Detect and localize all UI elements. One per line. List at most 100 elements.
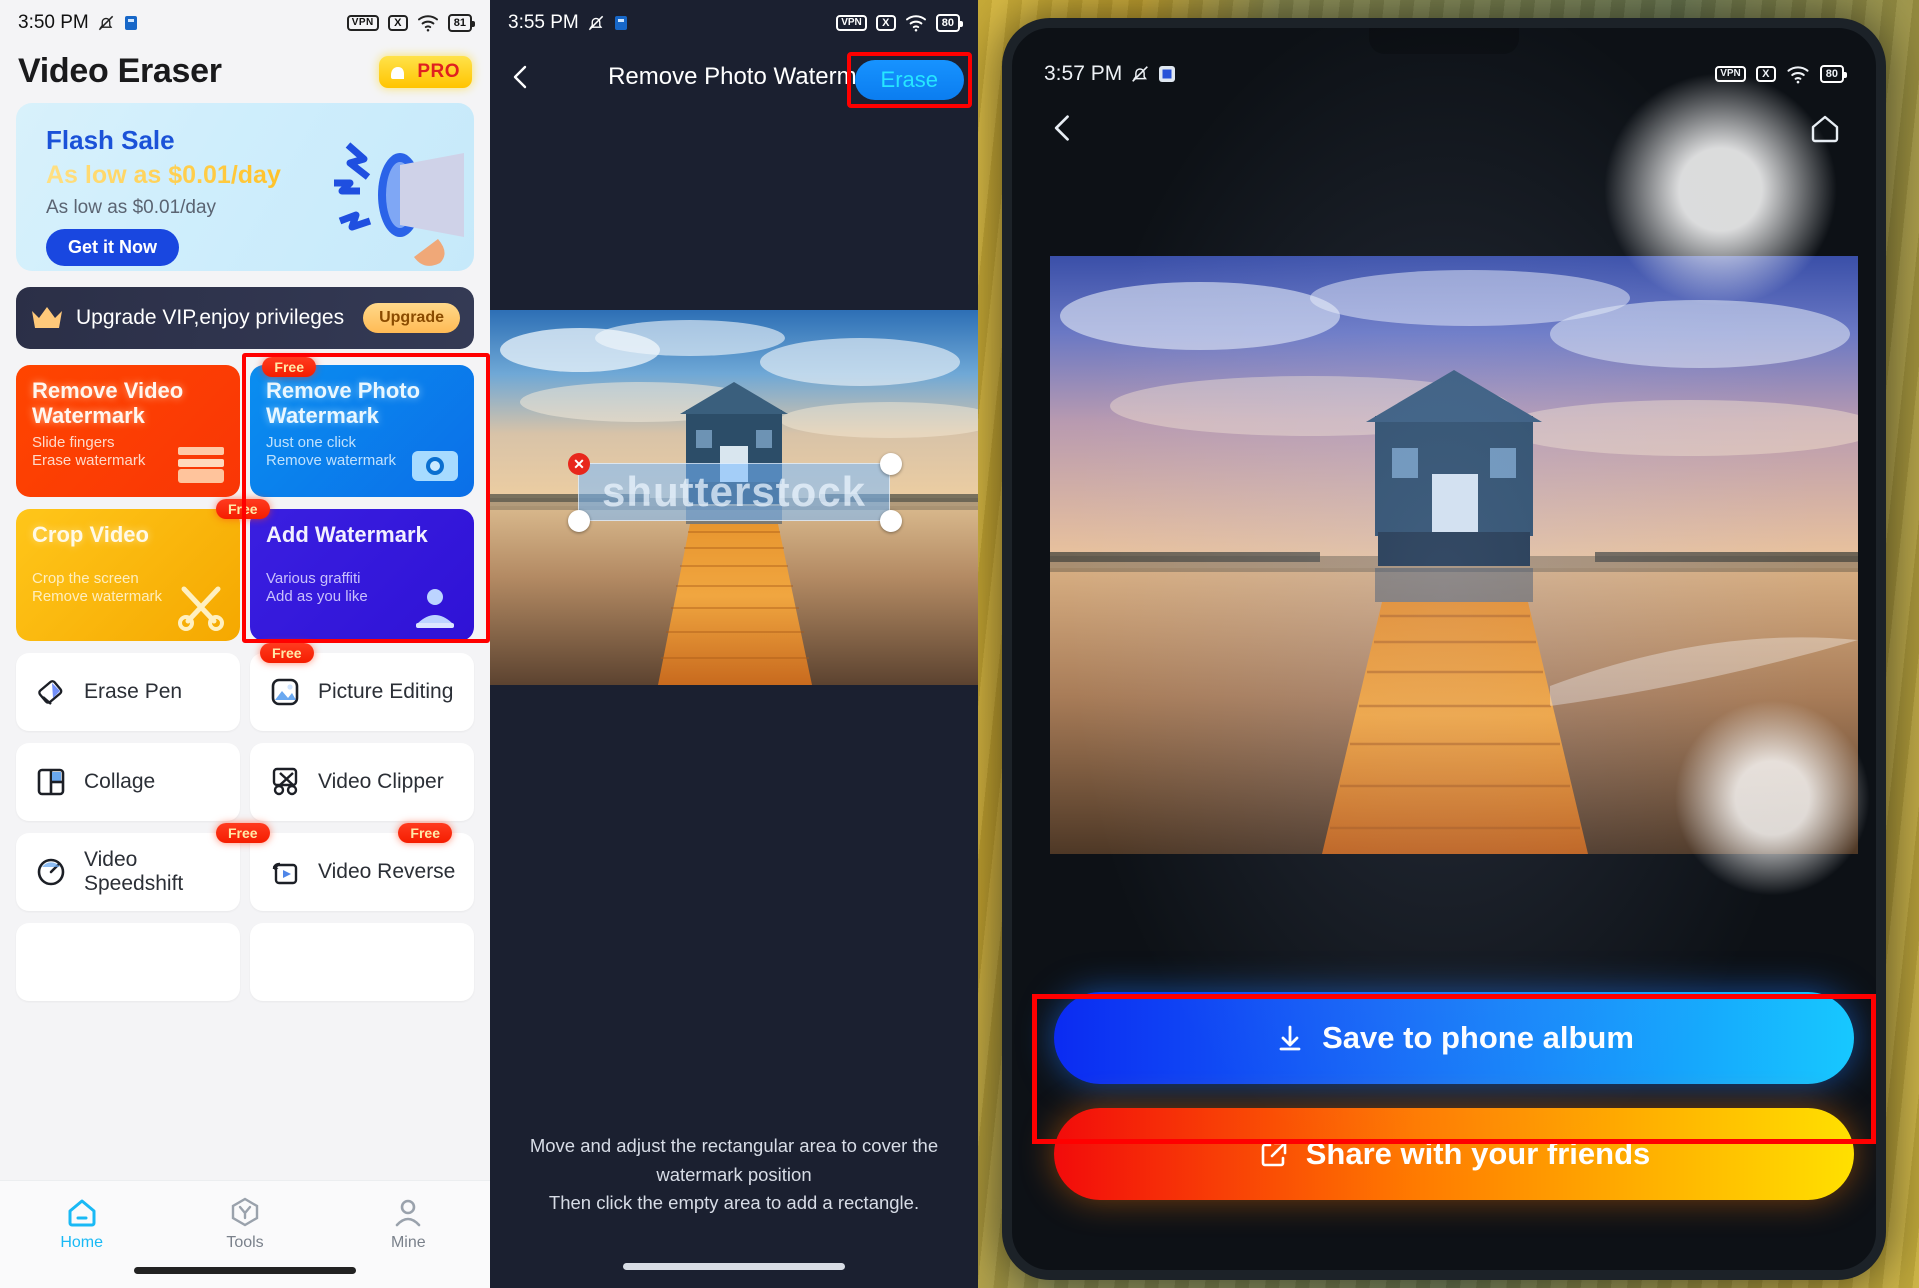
erase-button[interactable]: Erase [854,60,964,100]
banner-title: Flash Sale [46,125,175,155]
film-strip-icon [178,447,224,483]
status-left: 3:57 PM [1044,62,1176,86]
chevron-left-icon[interactable] [506,62,536,92]
list-item-video-reverse[interactable]: Video Reverse [250,833,474,911]
bell-muted-icon [1132,66,1149,82]
resize-handle-top-right[interactable] [880,453,902,475]
list-item-collage[interactable]: Collage [16,743,240,821]
status-left: 3:55 PM [508,12,629,34]
upgrade-button[interactable]: Upgrade [363,303,460,333]
bell-muted-icon [98,15,113,31]
share-icon [1261,1141,1287,1167]
result-actions: Save to phone album Share with your frie… [1054,992,1854,1224]
free-badge-picture-editing: Free [260,643,314,663]
battery-icon: 80 [935,14,964,32]
banner-highlight: As low as $0.01/day [46,161,281,189]
flash-sale-banner[interactable]: Flash Sale As low as $0.01/day As low as… [16,103,474,271]
megaphone-icon [334,142,464,266]
resize-handle-bottom-right[interactable] [880,510,902,532]
share-button-label: Share with your friends [1305,1136,1651,1171]
nav-item-tools[interactable]: Tools [163,1181,326,1259]
collage-icon [37,768,65,796]
vpn-icon: VPN [1715,66,1746,82]
nav-item-label: Tools [226,1234,264,1251]
home-outline-icon[interactable] [1808,111,1842,145]
tool-row-3: Video Speedshift Video Reverse Free Free [16,823,474,911]
card-title: Crop Video [32,522,149,547]
feature-cards: Remove Video Watermark Slide fingers Era… [0,349,490,1001]
highlight-box-erase-button: Erase [846,52,972,108]
status-bar: 3:57 PM VPN X 80 [1012,56,1876,92]
share-with-friends-button[interactable]: Share with your friends [1054,1108,1854,1200]
result-photo [1050,256,1858,854]
free-badge-video-reverse: Free [398,823,452,843]
list-item-partial-right[interactable] [250,923,474,1001]
nav-item-label: Home [60,1234,103,1251]
nav-item-mine[interactable]: Mine [327,1181,490,1259]
app-bar [1012,100,1876,156]
battery-icon: 81 [447,14,476,32]
free-badge-video-speedshift: Free [216,823,270,843]
card-crop-video[interactable]: Crop Video Crop the screen Remove waterm… [16,509,240,641]
photo-canvas[interactable]: shutterstock ✕ [490,310,978,685]
eraser-icon [38,680,63,705]
nav-item-label: Mine [390,1234,426,1251]
x-icon: X [1755,66,1776,82]
screenshot-stage: 3:50 PM VPN X 81 Video Eraser PRO Flash … [0,0,1919,1288]
instruction-text: Move and adjust the rectangular area to … [490,1132,978,1218]
phone-notch [1369,28,1519,54]
home-indicator [134,1267,356,1274]
vpn-icon: VPN [836,15,867,31]
card-title: Remove Photo Watermark [266,378,421,428]
list-item-label: Collage [84,770,156,793]
page-title: Video Eraser [18,52,222,90]
list-item-erase-pen[interactable]: Erase Pen [16,653,240,731]
free-badge-crop-video: Free [216,499,270,519]
x-icon: X [875,15,896,31]
feature-card-row-2: Crop Video Crop the screen Remove waterm… [16,499,474,641]
card-add-watermark[interactable]: Add Watermark Various graffiti Add as yo… [250,509,474,641]
list-item-video-clipper[interactable]: Video Clipper [250,743,474,821]
reverse-play-icon [272,862,298,885]
pro-badge[interactable]: PRO [379,55,472,88]
scissors-icon [178,586,224,631]
vip-upgrade-bar[interactable]: Upgrade VIP,enjoy privileges Upgrade [16,287,474,349]
status-right: VPN X 80 [836,14,964,32]
bell-muted-icon [588,15,603,31]
download-icon [1279,1025,1301,1051]
close-icon[interactable]: ✕ [568,453,590,475]
card-remove-photo-watermark[interactable]: Remove Photo Watermark Just one click Re… [250,365,474,497]
card-title: Remove Video Watermark [32,378,184,428]
watermark-text: shutterstock [601,468,867,515]
status-time: 3:50 PM [18,12,89,33]
instruction-line-1: Move and adjust the rectangular area to … [529,1134,939,1185]
video-scissors-icon [272,767,298,796]
pro-badge-label: PRO [417,60,460,82]
save-to-phone-album-button[interactable]: Save to phone album [1054,992,1854,1084]
get-it-now-button[interactable]: Get it Now [46,229,179,266]
resize-handle-bottom-left[interactable] [568,510,590,532]
watermark-selection-rect[interactable]: shutterstock [578,463,890,521]
card-title: Add Watermark [266,522,428,547]
wifi-icon [1787,65,1809,83]
list-item-partial-left[interactable] [16,923,240,1001]
boathouse-photo-result [1050,256,1858,854]
list-item-label: Video Clipper [318,770,444,793]
app-icon [124,16,137,30]
tools-hex-icon [231,1197,259,1227]
wifi-icon [417,15,438,32]
photo-icon [271,678,299,706]
list-item-picture-editing[interactable]: Picture Editing [250,653,474,731]
card-remove-video-watermark[interactable]: Remove Video Watermark Slide fingers Era… [16,365,240,497]
crown-thumb-icon [391,66,405,79]
stamp-icon [416,589,454,628]
person-icon [396,1199,421,1227]
home-indicator [623,1263,845,1270]
chevron-left-icon[interactable] [1046,111,1080,145]
list-item-video-speedshift[interactable]: Video Speedshift [16,833,240,911]
instruction-line-2: Then click the empty area to add a recta… [548,1192,920,1214]
nav-item-home[interactable]: Home [0,1181,163,1259]
tool-row-4-partial [16,923,474,1001]
status-time: 3:57 PM [1044,62,1123,85]
home-icon [68,1199,96,1227]
